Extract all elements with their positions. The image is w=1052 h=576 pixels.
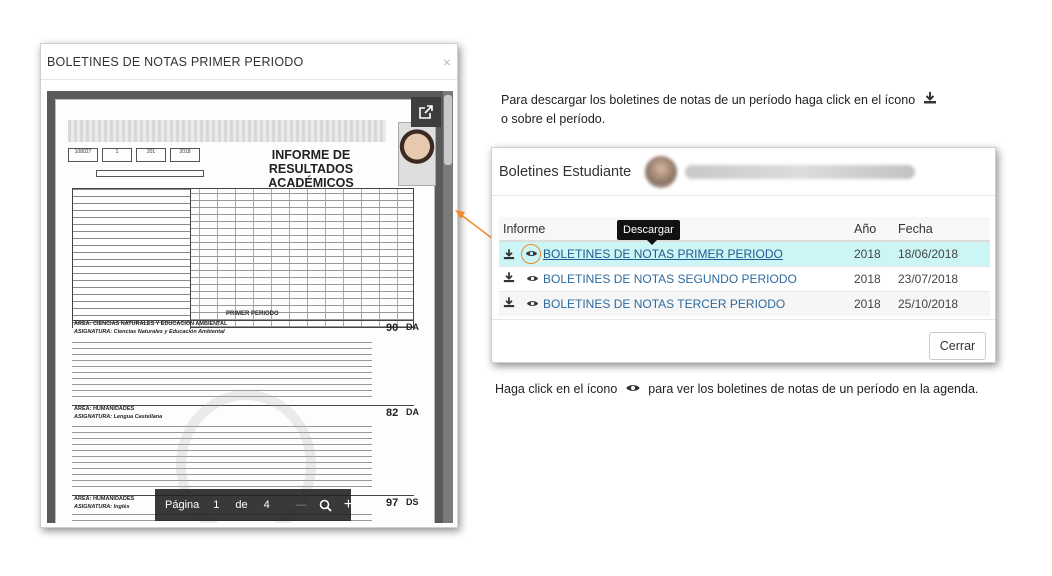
document-field-period: 1	[102, 148, 132, 162]
row-date: 25/10/2018	[898, 290, 990, 316]
student-info-blurred	[645, 155, 916, 188]
zoom-icon[interactable]	[319, 499, 332, 512]
area-2: ÁREA: HUMANIDADES	[74, 406, 135, 412]
grades-table	[72, 188, 414, 329]
eye-icon[interactable]	[526, 272, 539, 286]
avatar	[645, 155, 678, 188]
grade-1: 90	[386, 322, 399, 334]
current-page-input[interactable]: 1	[213, 499, 219, 511]
instruction-download: Para descargar los boletines de notas de…	[501, 91, 937, 129]
area-3: ÁREA: HUMANIDADES	[74, 496, 135, 502]
zoom-out-button[interactable]: —	[296, 499, 307, 511]
close-button[interactable]: Cerrar	[929, 332, 986, 360]
grade-2: 82	[386, 407, 399, 419]
subject-2: ASIGNATURA: Lengua Castellana	[74, 414, 163, 420]
scrollbar-thumb[interactable]	[444, 95, 452, 165]
level-2: DA	[406, 407, 419, 417]
document-student-name	[96, 170, 204, 177]
pdf-viewer[interactable]: 108027 1 201 2018 INFORME DE RESULTADOS …	[47, 91, 453, 523]
document-title-line1: INFORME DE RESULTADOS	[268, 148, 354, 176]
table-header-row: Informe Año Fecha	[499, 217, 990, 242]
of-label: de	[235, 499, 248, 511]
download-icon[interactable]	[503, 271, 515, 286]
document-field-code: 108027	[68, 148, 98, 162]
eye-icon[interactable]	[526, 297, 539, 311]
subject-1: ASIGNATURA: Ciencias Naturales y Educaci…	[74, 329, 225, 335]
row-year: 2018	[854, 240, 898, 266]
row-name: BOLETINES DE NOTAS SEGUNDO PERIODO	[543, 265, 854, 291]
row-name: BOLETINES DE NOTAS PRIMER PERIODO	[543, 240, 854, 266]
instruction-download-text: Para descargar los boletines de notas de…	[501, 93, 916, 107]
open-external-icon[interactable]	[411, 97, 441, 127]
instruction-view-text-2: para ver los boletines de notas de un pe…	[648, 382, 979, 396]
reports-table: Informe Año Fecha BOLETINES DE NOTAS PRI…	[499, 217, 990, 316]
report-list-footer	[492, 319, 995, 320]
report-link[interactable]: BOLETINES DE NOTAS TERCER PERIODO	[543, 297, 785, 311]
viewer-scrollbar[interactable]	[443, 91, 453, 523]
viewer-modal: BOLETINES DE NOTAS PRIMER PERIODO × 1080…	[40, 43, 458, 528]
viewer-modal-header: BOLETINES DE NOTAS PRIMER PERIODO ×	[41, 44, 457, 80]
row-name: BOLETINES DE NOTAS TERCER PERIODO	[543, 290, 854, 316]
document-field-group: 201	[136, 148, 166, 162]
report-link[interactable]: BOLETINES DE NOTAS SEGUNDO PERIODO	[543, 272, 797, 286]
row-date: 23/07/2018	[898, 265, 990, 291]
row-date: 18/06/2018	[898, 240, 990, 266]
row-year: 2018	[854, 265, 898, 291]
document-title: INFORME DE RESULTADOS ACADÉMICOS	[228, 148, 394, 190]
table-row: BOLETINES DE NOTAS TERCER PERIODO 2018 2…	[499, 290, 990, 316]
row-actions	[499, 240, 543, 266]
column-fecha: Fecha	[898, 217, 990, 242]
download-icon	[923, 91, 937, 110]
subject-3: ASIGNATURA: Inglés	[74, 504, 130, 510]
document-header-blurred	[68, 120, 386, 142]
viewer-modal-title: BOLETINES DE NOTAS PRIMER PERIODO	[47, 54, 304, 69]
student-name-blurred	[685, 164, 916, 179]
viewer-toolbar: Página 1 de 4 — +	[155, 489, 353, 521]
row-actions	[499, 265, 543, 291]
report-list-header: Boletines Estudiante	[492, 148, 995, 196]
zoom-in-button[interactable]: +	[344, 496, 353, 514]
report-list-modal: Boletines Estudiante Informe Año Fecha B…	[491, 147, 996, 363]
close-icon[interactable]: ×	[443, 54, 451, 70]
report-list-title: Boletines Estudiante	[499, 163, 632, 180]
document-field-year: 2018	[170, 148, 200, 162]
area-1: ÁREA: CIENCIAS NATURALES Y EDUCACION AMB…	[74, 321, 228, 327]
report-link[interactable]: BOLETINES DE NOTAS PRIMER PERIODO	[543, 247, 783, 261]
row-year: 2018	[854, 290, 898, 316]
table-row: BOLETINES DE NOTAS PRIMER PERIODO 2018 1…	[499, 240, 990, 266]
download-icon[interactable]	[503, 296, 515, 311]
document-fields: 108027 1 201 2018	[68, 148, 200, 162]
eye-icon-highlighted[interactable]	[521, 243, 542, 264]
grade-3: 97	[386, 497, 399, 509]
instruction-view-text: Haga click en el ícono	[495, 382, 618, 396]
instruction-download-text-2: o sobre el período.	[501, 112, 606, 127]
level-3: DS	[406, 497, 419, 507]
download-icon[interactable]	[503, 248, 515, 263]
column-anio: Año	[854, 217, 898, 242]
student-photo	[398, 122, 436, 186]
section-label: PRIMER PERIODO	[226, 311, 279, 317]
descriptors-1	[72, 340, 372, 402]
pdf-page: 108027 1 201 2018 INFORME DE RESULTADOS …	[55, 99, 436, 523]
level-1: DA	[406, 322, 419, 332]
page-label: Página	[165, 499, 200, 511]
screenshot: BOLETINES DE NOTAS PRIMER PERIODO × 1080…	[0, 0, 1052, 576]
row-actions	[499, 290, 543, 316]
table-row: BOLETINES DE NOTAS SEGUNDO PERIODO 2018 …	[499, 265, 990, 291]
instruction-view: Haga click en el ícono para ver los bole…	[495, 380, 978, 399]
total-pages: 4	[263, 499, 270, 511]
download-tooltip: Descargar	[617, 220, 680, 245]
eye-icon	[625, 380, 641, 399]
